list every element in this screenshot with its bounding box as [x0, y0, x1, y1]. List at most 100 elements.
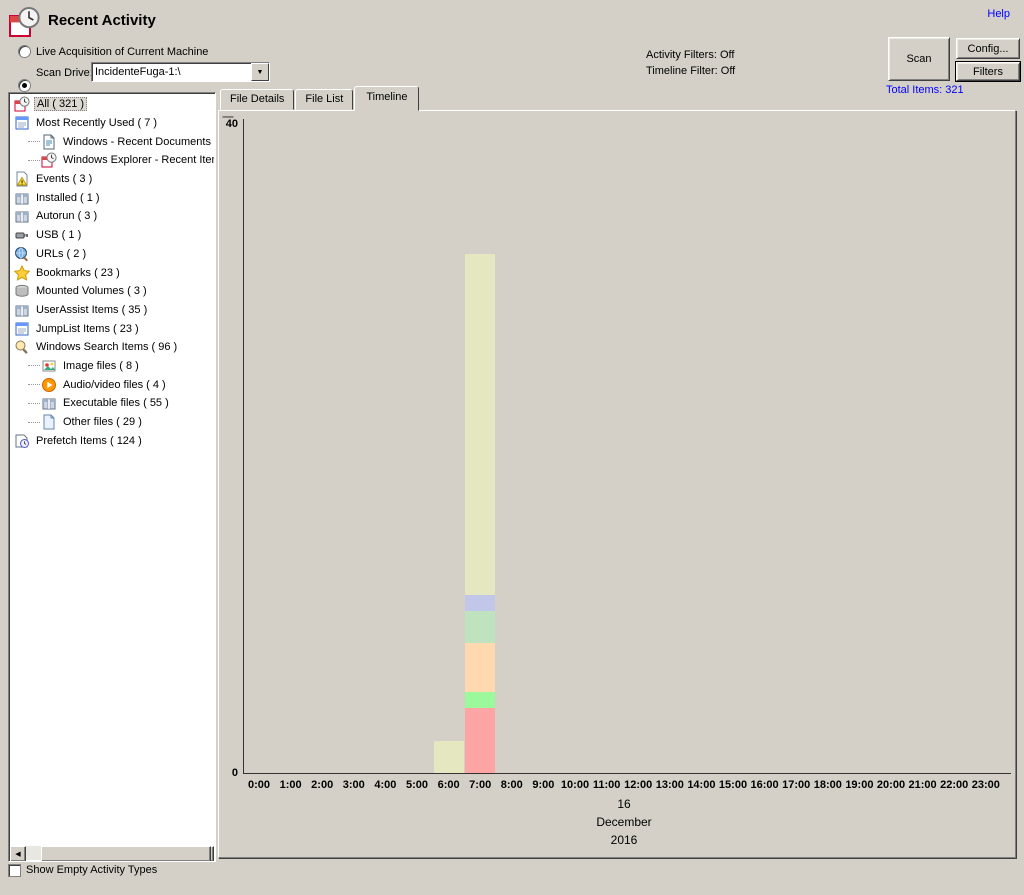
bar-segment[interactable] [465, 611, 495, 643]
show-empty-types-label: Show Empty Activity Types [26, 864, 157, 876]
tree-item-label: Most Recently Used ( 7 ) [34, 117, 159, 129]
tree-item-mounted-volumes-3[interactable]: Mounted Volumes ( 3 ) [12, 282, 214, 301]
tree-item-other-files-29[interactable]: Other files ( 29 ) [12, 413, 214, 432]
usb-icon [14, 227, 30, 243]
x-tick-label: 17:00 [779, 779, 813, 791]
y-tick-label-max: 40 [219, 118, 238, 130]
tree-item-usb-1[interactable]: USB ( 1 ) [12, 226, 214, 245]
config-button[interactable]: Config... [956, 38, 1020, 59]
x-tick-label: 14:00 [684, 779, 718, 791]
tree-item-label: All ( 321 ) [34, 97, 87, 111]
x-tick-label: 23:00 [969, 779, 1003, 791]
tree-item-image-files-8[interactable]: Image files ( 8 ) [12, 357, 214, 376]
radio-scan-drive-label: Scan Drive: [36, 67, 93, 79]
tree-item-autorun-3[interactable]: Autorun ( 3 ) [12, 207, 214, 226]
y-axis-line [243, 119, 244, 773]
timeline-bar-6-00[interactable] [434, 741, 464, 773]
help-link[interactable]: Help [987, 8, 1010, 20]
tree-item-installed-1[interactable]: Installed ( 1 ) [12, 188, 214, 207]
x-tick-label: 16:00 [748, 779, 782, 791]
tree-item-most-recently-used-7[interactable]: Most Recently Used ( 7 ) [12, 114, 214, 133]
radio-scan-drive[interactable] [18, 79, 31, 92]
y-tick-label-min: 0 [219, 767, 238, 779]
tree-item-windows-explorer-recent-items-3[interactable]: Windows Explorer - Recent Items ( 3 [12, 151, 214, 170]
activity-type-tree: All ( 321 ) Most Recently Used ( 7 ) Windo… [12, 95, 214, 845]
package-icon [41, 395, 57, 411]
x-tick-label: 9:00 [526, 779, 560, 791]
x-tick-label: 18:00 [811, 779, 845, 791]
tab-file-details[interactable]: File Details [220, 89, 294, 110]
x-tick-label: 0:00 [242, 779, 276, 791]
tree-item-label: Events ( 3 ) [34, 173, 94, 185]
tree-item-urls-2[interactable]: URLs ( 2 ) [12, 245, 214, 264]
tree-item-label: URLs ( 2 ) [34, 248, 88, 260]
x-tick-label: 13:00 [653, 779, 687, 791]
x-tick-label: 4:00 [368, 779, 402, 791]
search-icon [14, 339, 30, 355]
bar-segment[interactable] [465, 595, 495, 611]
tab-timeline[interactable]: Timeline [354, 86, 419, 111]
tree-item-label: Audio/video files ( 4 ) [61, 379, 168, 391]
tree-item-all-321[interactable]: All ( 321 ) [12, 95, 214, 114]
tree-item-label: Executable files ( 55 ) [61, 397, 171, 409]
x-tick-label: 6:00 [432, 779, 466, 791]
tree-item-label: Bookmarks ( 23 ) [34, 267, 122, 279]
timeline-bar-7-00[interactable] [465, 254, 495, 773]
tree-item-label: Image files ( 8 ) [61, 360, 141, 372]
package-icon [14, 208, 30, 224]
bar-segment[interactable] [465, 254, 495, 595]
tree-item-prefetch-items-124[interactable]: Prefetch Items ( 124 ) [12, 431, 214, 450]
filters-button[interactable]: Filters [956, 62, 1020, 81]
scroll-left-button[interactable]: ◀ [10, 846, 26, 862]
recent-doc-icon [14, 321, 30, 337]
tree-connector [28, 160, 40, 161]
date-label-month: December [544, 815, 704, 829]
tree-item-label: Mounted Volumes ( 3 ) [34, 285, 149, 297]
tree-item-label: Installed ( 1 ) [34, 192, 102, 204]
image-icon [41, 358, 57, 374]
date-label-day: 16 [544, 797, 704, 811]
scan-drive-value: IncidenteFuga-1:\ [92, 65, 251, 79]
tab-file-list[interactable]: File List [295, 89, 353, 110]
tree-item-events-3[interactable]: Events ( 3 ) [12, 170, 214, 189]
x-tick-label: 12:00 [621, 779, 655, 791]
tree-item-label: Windows Search Items ( 96 ) [34, 341, 179, 353]
tree-connector [28, 141, 40, 142]
x-tick-label: 11:00 [590, 779, 624, 791]
bar-segment[interactable] [465, 692, 495, 708]
recent-activity-window: Recent Activity Help Live Acquisition of… [0, 0, 1024, 895]
globe-icon [14, 246, 30, 262]
bar-segment[interactable] [465, 708, 495, 773]
x-tick-label: 8:00 [495, 779, 529, 791]
radio-live-acquisition[interactable] [18, 45, 31, 58]
x-tick-label: 20:00 [874, 779, 908, 791]
tree-item-windows-recent-documents-4[interactable]: Windows - Recent Documents ( 4 ) [12, 132, 214, 151]
scan-button[interactable]: Scan [888, 37, 950, 81]
history-icon [14, 96, 30, 112]
scroll-thumb[interactable] [41, 846, 211, 862]
tree-item-executable-files-55[interactable]: Executable files ( 55 ) [12, 394, 214, 413]
show-empty-types-checkbox[interactable] [8, 864, 21, 877]
tree-item-label: Windows Explorer - Recent Items ( 3 [61, 154, 214, 166]
tree-item-label: Windows - Recent Documents ( 4 ) [61, 136, 214, 148]
x-tick-label: 21:00 [906, 779, 940, 791]
tree-connector [28, 403, 40, 404]
tree-connector [28, 384, 40, 385]
tree-horizontal-scrollbar[interactable]: ◀ ▶ [10, 846, 214, 860]
tree-item-jumplist-items-23[interactable]: JumpList Items ( 23 ) [12, 319, 214, 338]
tree-item-windows-search-items-96[interactable]: Windows Search Items ( 96 ) [12, 338, 214, 357]
tree-item-label: Prefetch Items ( 124 ) [34, 435, 144, 447]
star-icon [14, 265, 30, 281]
scan-drive-combobox[interactable]: IncidenteFuga-1:\ ▼ [91, 62, 270, 82]
tree-item-userassist-items-35[interactable]: UserAssist Items ( 35 ) [12, 301, 214, 320]
bar-segment[interactable] [434, 741, 464, 773]
scroll-track[interactable] [26, 846, 198, 860]
radio-live-acquisition-label: Live Acquisition of Current Machine [36, 46, 208, 58]
tree-item-audio-video-files-4[interactable]: Audio/video files ( 4 ) [12, 375, 214, 394]
x-tick-label: 15:00 [716, 779, 750, 791]
history-icon [41, 152, 57, 168]
combobox-dropdown-button[interactable]: ▼ [251, 63, 269, 81]
tree-item-bookmarks-23[interactable]: Bookmarks ( 23 ) [12, 263, 214, 282]
page-title: Recent Activity [48, 12, 156, 29]
bar-segment[interactable] [465, 643, 495, 692]
